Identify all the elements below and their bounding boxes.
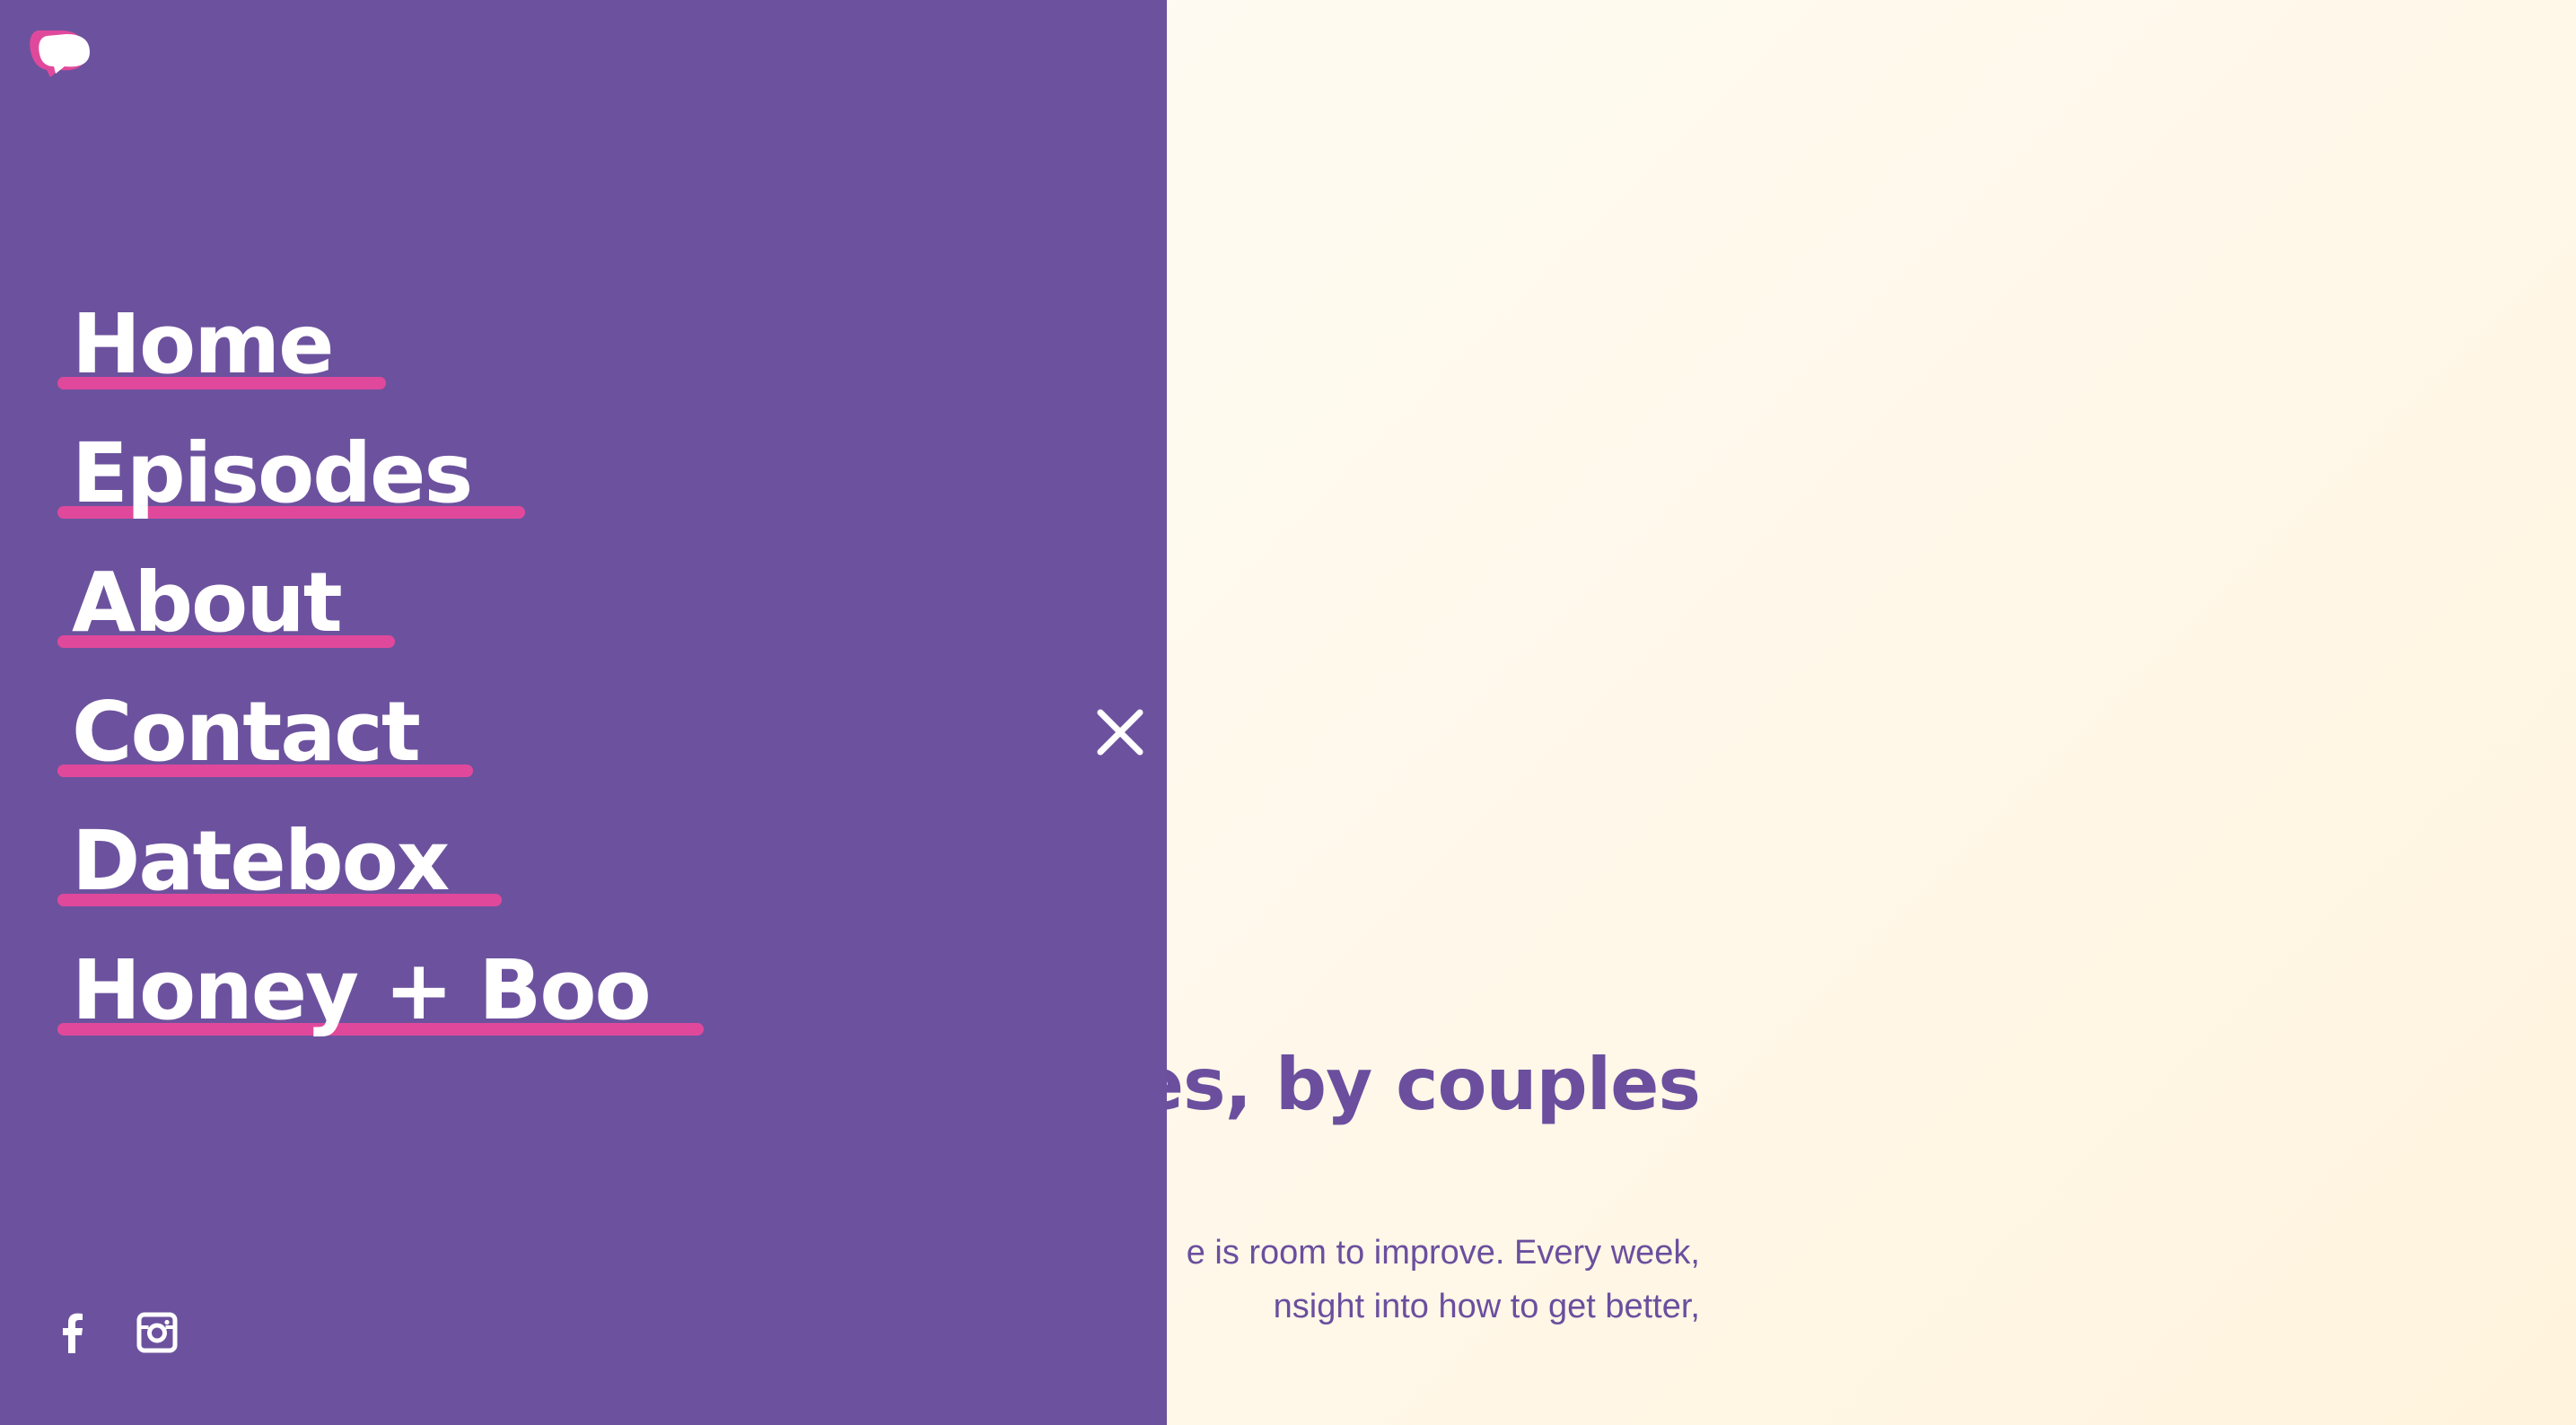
side-menu: Home Episodes About Contact Datebox Hone… (0, 0, 1167, 1425)
nav-link-episodes[interactable]: Episodes (57, 425, 526, 522)
facebook-icon[interactable] (50, 1310, 95, 1355)
nav-link-home[interactable]: Home (57, 296, 388, 393)
instagram-icon[interactable] (135, 1310, 180, 1355)
nav-link-about[interactable]: About (57, 555, 395, 651)
hero-body-line: e is room to improve. Every week, (1186, 1234, 1700, 1272)
page: es, by couples e is room to improve. Eve… (0, 0, 2576, 1425)
nav-item-datebox: Datebox (57, 813, 650, 942)
nav-item-home: Home (57, 296, 650, 425)
nav-item-about: About (57, 555, 650, 684)
nav-item-episodes: Episodes (57, 425, 650, 555)
speech-bubble-logo[interactable] (27, 25, 95, 83)
close-icon[interactable] (1095, 707, 1145, 757)
nav-link-datebox[interactable]: Datebox (57, 813, 503, 910)
nav-item-contact: Contact (57, 684, 650, 813)
nav-list: Home Episodes About Contact Datebox Hone… (57, 296, 704, 1071)
hero-body-line: nsight into how to get better, (1273, 1288, 1700, 1325)
nav-link-honey-boo[interactable]: Honey + Boo (57, 942, 704, 1039)
nav-link-contact[interactable]: Contact (57, 684, 473, 781)
hero-body: e is room to improve. Every week, nsight… (1187, 1226, 1700, 1333)
hero-heading: es, by couples (1135, 1043, 1701, 1126)
nav-item-honey-boo: Honey + Boo (57, 942, 704, 1071)
